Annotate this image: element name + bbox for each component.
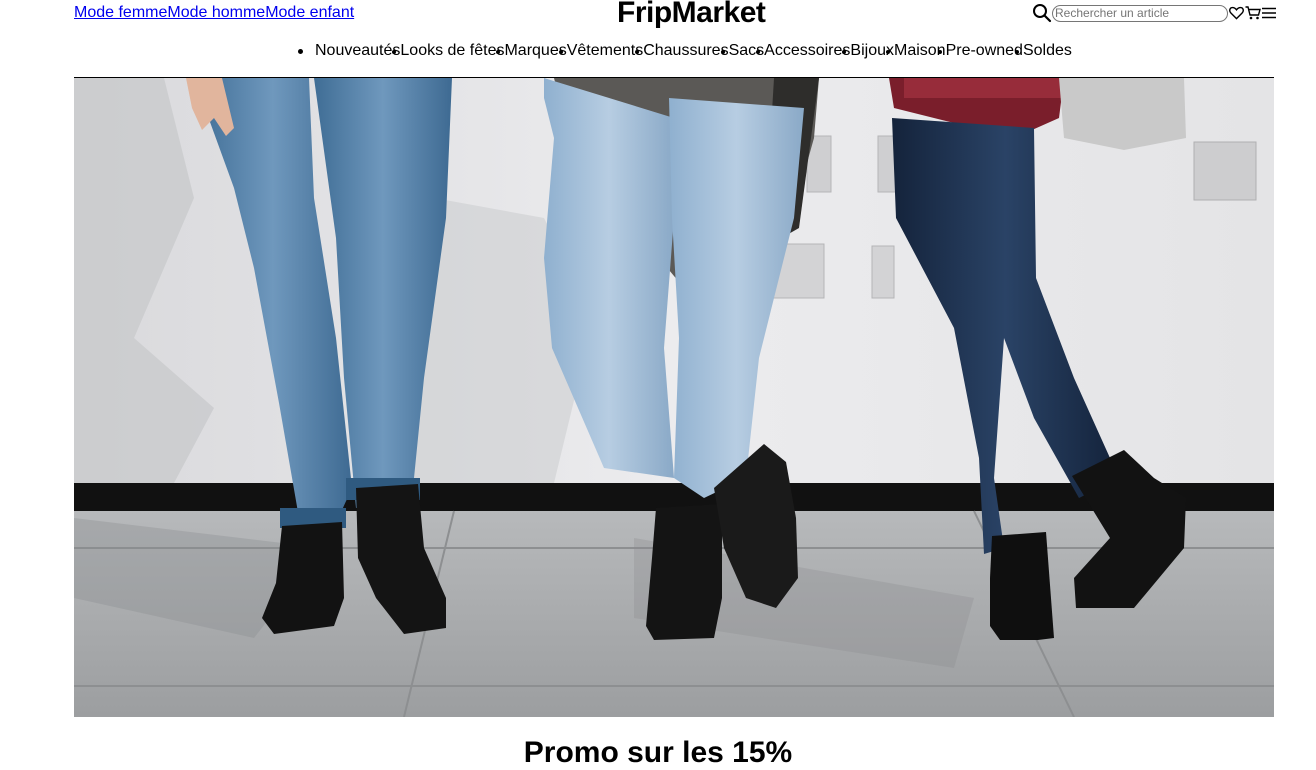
nav-item-soldes[interactable]: Soldes <box>1023 42 1072 60</box>
promo-title: Promo sur les 15% <box>523 736 793 769</box>
search-input[interactable] <box>1052 4 1228 22</box>
link-mode-homme[interactable]: Mode homme <box>167 4 265 22</box>
nav-list-bullet <box>298 49 303 54</box>
top-bar: Mode femme Mode homme Mode enfant FripMa… <box>0 0 1316 30</box>
nav-link[interactable]: Looks de fêtes <box>400 42 504 59</box>
gender-links: Mode femme Mode homme Mode enfant <box>74 4 354 22</box>
nav-item-looks-de-fetes[interactable]: Looks de fêtes <box>400 42 504 60</box>
nav-item-pre-owned[interactable]: Pre-owned <box>946 42 1023 60</box>
site-logo[interactable]: FripMarket <box>617 0 766 30</box>
nav-list-bullet <box>1014 50 1019 54</box>
nav-item-accessoires[interactable]: Accessoires <box>764 42 850 60</box>
menu-icon[interactable] <box>1262 7 1276 19</box>
hero-banner-image[interactable] <box>74 78 1274 717</box>
cart-icon[interactable] <box>1245 6 1261 20</box>
search-icon[interactable] <box>1032 3 1052 23</box>
nav-link[interactable]: Vêtements <box>567 42 643 59</box>
nav-list-bullet <box>937 50 942 54</box>
nav-item-chaussures[interactable]: Chaussures <box>643 42 728 60</box>
heart-icon[interactable] <box>1229 6 1244 20</box>
nav-list: Nouveautés Looks de fêtes Marques Vêteme… <box>315 42 1072 60</box>
nav-link[interactable]: Marques <box>504 42 566 59</box>
nav-item-marques[interactable]: Marques <box>504 42 566 60</box>
nav-link[interactable]: Chaussures <box>643 42 728 59</box>
nav-link[interactable]: Soldes <box>1023 42 1072 59</box>
link-mode-enfant[interactable]: Mode enfant <box>265 4 354 22</box>
nav-list-bullet <box>720 50 725 54</box>
header-tools <box>1032 3 1276 23</box>
nav-item-vetements[interactable]: Vêtements <box>567 42 643 60</box>
nav-link[interactable]: Accessoires <box>764 42 850 59</box>
nav-item-nouveautes[interactable]: Nouveautés <box>315 42 400 60</box>
nav-list-bullet <box>885 50 890 54</box>
nav-link[interactable]: Pre-owned <box>946 42 1023 59</box>
link-mode-femme[interactable]: Mode femme <box>74 4 167 22</box>
nav-list-bullet <box>558 50 563 54</box>
hero-illustration <box>74 78 1274 717</box>
nav-link[interactable]: Nouveautés <box>315 42 400 59</box>
